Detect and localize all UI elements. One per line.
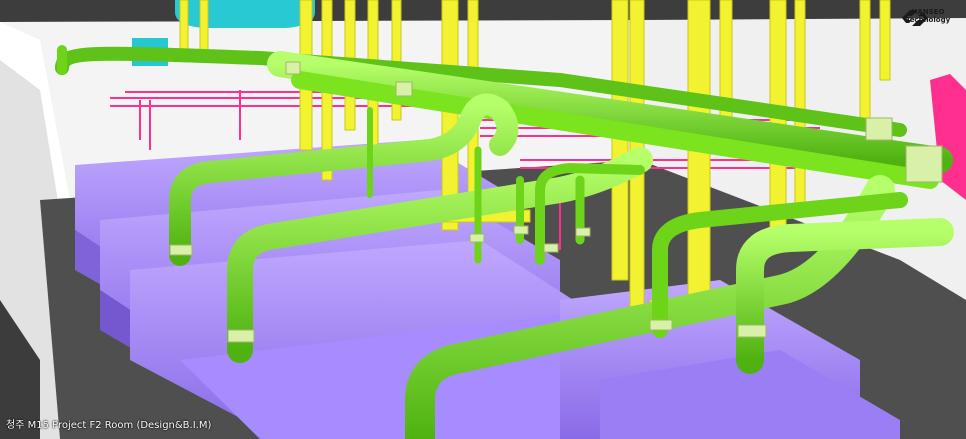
hanseo-logo-icon — [902, 10, 928, 26]
image-caption: 청주 M15 Project F2 Room (Design&B.I.M) — [6, 420, 212, 431]
bim-render-graphic — [0, 0, 966, 439]
company-logo: HANSEO Technology — [900, 8, 956, 26]
bim-3d-render: HANSEO Technology 청주 M15 Project F2 Room… — [0, 0, 966, 439]
